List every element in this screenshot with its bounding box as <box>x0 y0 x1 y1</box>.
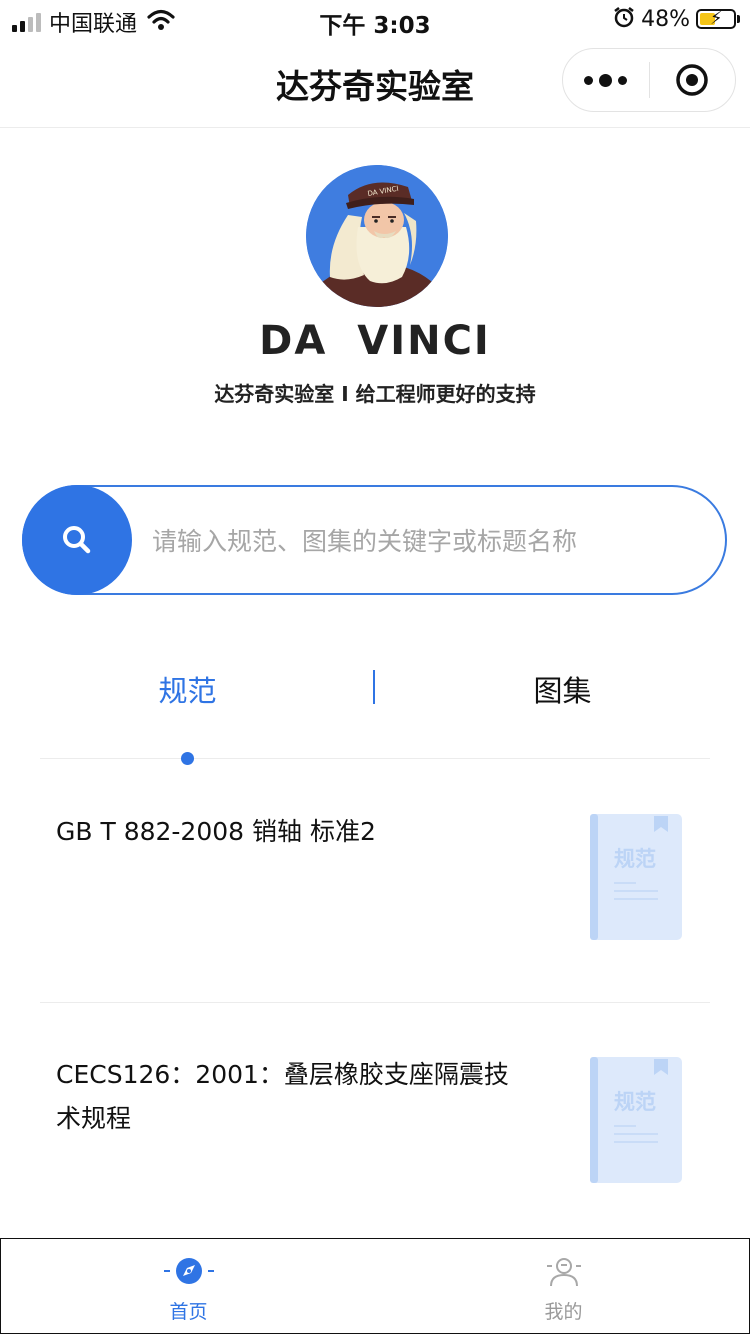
tagline: 达芬奇实验室 I 给工程师更好的支持 <box>214 382 536 406</box>
user-icon <box>546 1253 582 1289</box>
more-dot-icon <box>584 75 594 85</box>
more-button[interactable] <box>563 49 649 111</box>
more-dot-icon <box>599 73 613 87</box>
search-input[interactable] <box>152 521 712 561</box>
bottom-tab-bar: 首页 我的 <box>0 1238 750 1334</box>
list-divider <box>40 1002 710 1003</box>
battery-percent: 48% <box>641 6 690 32</box>
category-tabs: 规范 图集 <box>0 660 750 716</box>
tabbar-label-home: 首页 <box>169 1301 208 1323</box>
target-icon <box>676 64 708 96</box>
more-dot-icon <box>618 75 628 85</box>
alarm-icon <box>613 6 635 32</box>
search-bar <box>22 485 727 595</box>
miniprogram-capsule <box>562 48 736 112</box>
status-right: 48% ⚡ <box>613 6 740 32</box>
list-item-title: CECS126：2001：叠层橡胶支座隔震技术规程 <box>56 1060 509 1133</box>
charging-bolt-icon: ⚡ <box>710 8 723 29</box>
tab-tuji[interactable]: 图集 <box>375 668 750 710</box>
close-miniprogram-button[interactable] <box>650 49 736 111</box>
home-compass-icon <box>163 1253 215 1289</box>
list-item-title: GB T 882-2008 销轴 标准2 <box>56 817 376 846</box>
tabbar-item-home[interactable]: 首页 <box>1 1239 376 1334</box>
search-button[interactable] <box>22 485 132 595</box>
thumbnail-label: 规范 <box>614 847 656 871</box>
tabbar-label-mine: 我的 <box>544 1301 583 1323</box>
list-item[interactable]: CECS126：2001：叠层橡胶支座隔震技术规程 规范 <box>40 1042 710 1202</box>
nav-bar: 达芬奇实验室 <box>0 40 750 128</box>
thumbnail-label: 规范 <box>614 1090 656 1114</box>
list-item[interactable]: GB T 882-2008 销轴 标准2 规范 <box>40 800 710 1003</box>
battery-icon: ⚡ <box>696 8 740 29</box>
tabs-underline <box>40 758 710 759</box>
brand-name: DA VINCI <box>259 318 491 364</box>
active-tab-indicator <box>181 752 194 765</box>
tabbar-item-mine[interactable]: 我的 <box>376 1239 750 1334</box>
avatar: DA VINCI <box>306 165 448 307</box>
status-bar: 中国联通 下午 3:03 48% ⚡ <box>0 0 750 40</box>
document-thumbnail: 规范 <box>590 1057 682 1183</box>
tab-guifan[interactable]: 规范 <box>0 668 375 710</box>
search-icon <box>63 526 91 554</box>
document-thumbnail: 规范 <box>590 814 682 940</box>
